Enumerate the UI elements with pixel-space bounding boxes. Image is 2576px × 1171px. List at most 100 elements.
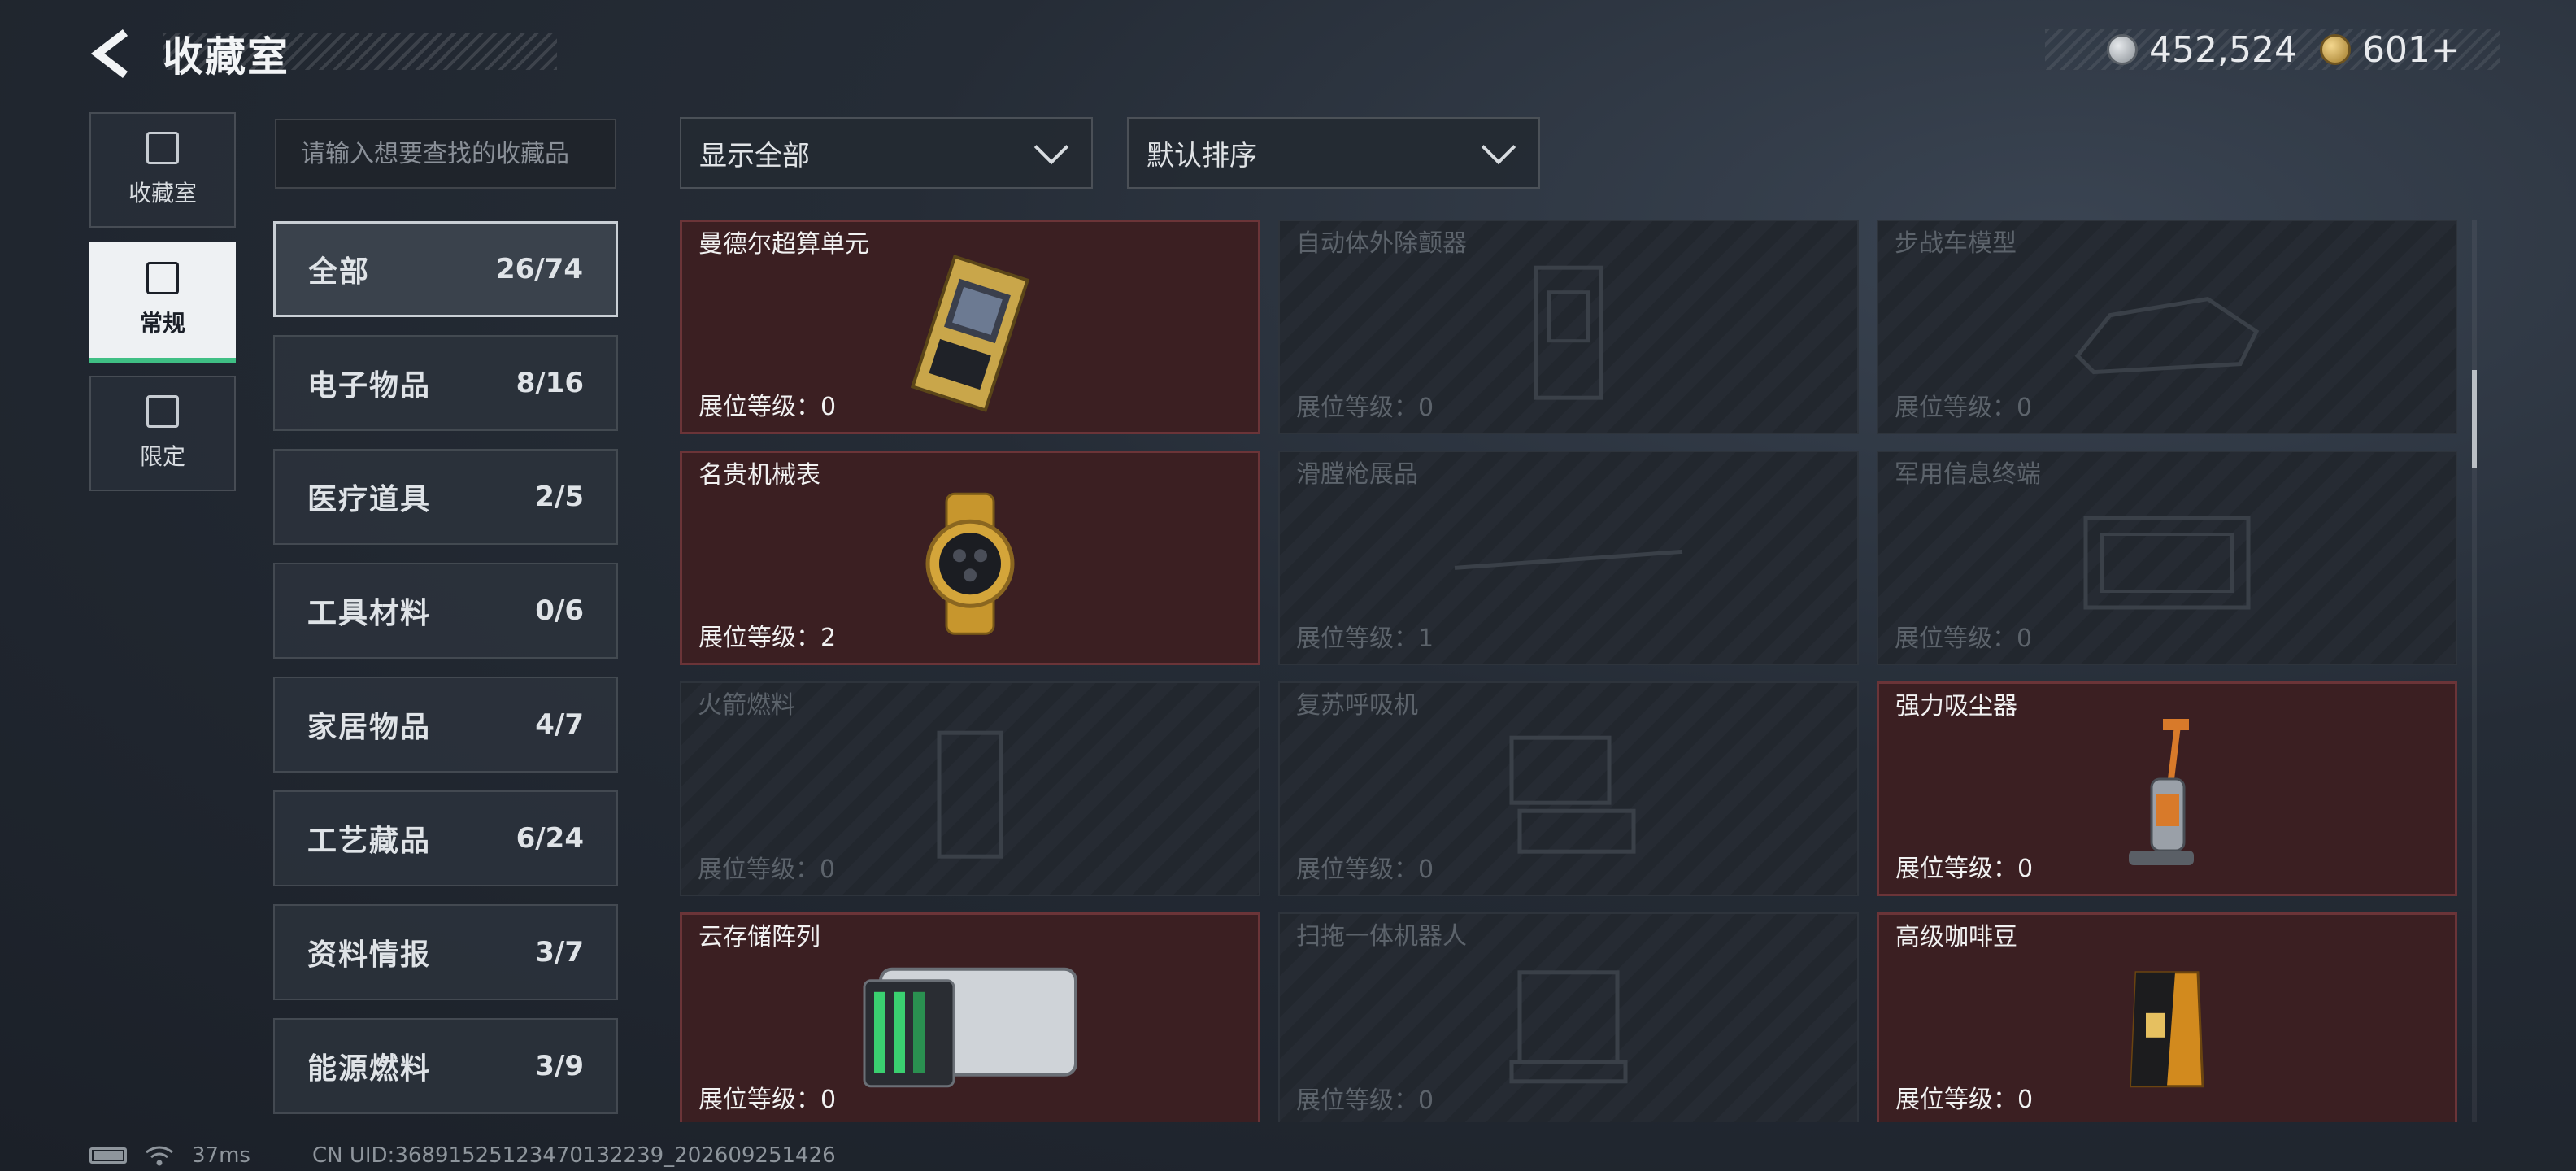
battery-icon <box>89 1147 127 1164</box>
back-arrow-icon[interactable] <box>89 28 135 80</box>
category-count: 0/6 <box>535 594 584 627</box>
scrollbar-thumb[interactable] <box>2472 370 2477 468</box>
item-card[interactable]: 步战车模型 展位等级：0 <box>1877 220 2457 434</box>
silver-amount: 452,524 <box>2149 28 2297 71</box>
search-input[interactable] <box>275 119 616 189</box>
item-name: 扫拖一体机器人 <box>1296 922 1467 951</box>
category-name: 医疗道具 <box>307 483 432 516</box>
collection-grid: 曼德尔超算单元 展位等级：0 自动体外除颤器 展位等级：0 步战车模型 展位等级… <box>680 220 2461 1122</box>
category-count: 3/9 <box>535 1050 584 1082</box>
item-name: 自动体外除颤器 <box>1296 229 1467 258</box>
item-card[interactable]: 复苏呼吸机 展位等级：0 <box>1278 681 1859 896</box>
category-count: 8/16 <box>516 367 584 399</box>
coffee-bag-icon <box>2130 971 2204 1088</box>
item-card[interactable]: 云存储阵列 展位等级：0 <box>680 912 1260 1122</box>
category-name: 全部 <box>308 255 371 289</box>
item-card[interactable]: 高级咖啡豆 展位等级：0 <box>1877 912 2457 1122</box>
item-name: 复苏呼吸机 <box>1296 691 1418 720</box>
item-level: 展位等级：1 <box>1296 625 1434 653</box>
vacuum-cleaner-icon <box>2129 719 2194 865</box>
category-name: 资料情报 <box>307 938 432 972</box>
item-card[interactable]: 滑膛枪展品 展位等级：1 <box>1278 451 1859 665</box>
item-level: 展位等级：0 <box>1895 625 2033 653</box>
category-count: 26/74 <box>495 253 583 285</box>
status-footer: 37ms CN UID:36891525123470132239_2026092… <box>89 1143 836 1168</box>
display-filter-dropdown[interactable]: 显示全部 <box>680 117 1093 189</box>
limited-icon <box>146 395 179 428</box>
scrollbar-track[interactable] <box>2472 220 2477 1122</box>
side-tab-collection-room[interactable]: 收藏室 <box>89 112 236 228</box>
category-name: 工艺藏品 <box>307 825 432 858</box>
item-level: 展位等级：0 <box>1296 1086 1434 1115</box>
category-name: 工具材料 <box>307 597 432 630</box>
item-name: 滑膛枪展品 <box>1296 460 1418 489</box>
item-name: 高级咖啡豆 <box>1895 923 2017 951</box>
category-intel[interactable]: 资料情报 3/7 <box>273 904 618 1000</box>
active-tab-indicator <box>89 358 236 363</box>
item-level: 展位等级：0 <box>1895 1086 2034 1114</box>
vehicle-model-icon <box>2074 296 2260 375</box>
currency-bar: 452,524 601+ <box>2045 28 2500 71</box>
category-household[interactable]: 家居物品 4/7 <box>273 677 618 773</box>
category-tools[interactable]: 工具材料 0/6 <box>273 563 618 659</box>
wristwatch-icon <box>925 492 1015 635</box>
mop-robot-icon <box>1509 970 1628 1084</box>
display-filter-value: 显示全部 <box>699 139 810 172</box>
gold-coin-icon <box>2319 34 2351 65</box>
sort-dropdown[interactable]: 默认排序 <box>1127 117 1540 189</box>
item-level: 展位等级：2 <box>698 624 837 652</box>
category-name: 能源燃料 <box>307 1052 432 1086</box>
item-card[interactable]: 火箭燃料 展位等级：0 <box>680 681 1260 896</box>
display-case-icon <box>146 132 179 164</box>
item-card[interactable]: 曼德尔超算单元 展位等级：0 <box>680 220 1260 434</box>
item-card[interactable]: 自动体外除颤器 展位等级：0 <box>1278 220 1859 434</box>
sort-value: 默认排序 <box>1147 139 1257 172</box>
defibrillator-icon <box>1534 265 1603 400</box>
item-level: 展位等级：0 <box>698 855 836 884</box>
musket-icon <box>1454 549 1683 570</box>
category-count: 2/5 <box>535 481 584 513</box>
side-tab-regular[interactable]: 常规 <box>89 242 236 363</box>
category-name: 家居物品 <box>307 711 432 744</box>
side-tab-label: 收藏室 <box>128 180 197 207</box>
item-card[interactable]: 军用信息终端 展位等级：0 <box>1877 451 2457 665</box>
gold-amount[interactable]: 601+ <box>2362 29 2461 71</box>
chevron-down-icon <box>1033 129 1069 165</box>
gallery-icon <box>146 262 179 294</box>
item-name: 军用信息终端 <box>1895 460 2041 489</box>
item-level: 展位等级：0 <box>698 393 837 421</box>
rocket-fuel-icon <box>937 730 1003 859</box>
item-card[interactable]: 名贵机械表 展位等级：2 <box>680 451 1260 665</box>
category-energy[interactable]: 能源燃料 3/9 <box>273 1018 618 1114</box>
item-name: 名贵机械表 <box>698 461 820 490</box>
category-electronics[interactable]: 电子物品 8/16 <box>273 335 618 431</box>
item-name: 强力吸尘器 <box>1895 692 2017 720</box>
ventilator-icon <box>1509 735 1636 854</box>
chevron-down-icon <box>1481 129 1516 165</box>
wifi-icon <box>146 1146 173 1166</box>
item-card[interactable]: 扫拖一体机器人 展位等级：0 <box>1278 912 1859 1122</box>
item-level: 展位等级：0 <box>1895 855 2034 883</box>
ping-value: 37ms <box>192 1143 250 1168</box>
military-terminal-icon <box>2083 516 2251 610</box>
category-all[interactable]: 全部 26/74 <box>273 221 618 317</box>
item-name: 云存储阵列 <box>698 923 820 951</box>
category-crafts[interactable]: 工艺藏品 6/24 <box>273 790 618 886</box>
item-name: 步战车模型 <box>1895 229 2017 258</box>
category-name: 电子物品 <box>307 369 432 403</box>
item-level: 展位等级：0 <box>1296 855 1434 884</box>
item-name: 曼德尔超算单元 <box>698 230 869 259</box>
item-name: 火箭燃料 <box>698 691 795 720</box>
storage-array-icon <box>863 967 1077 1088</box>
side-tab-limited[interactable]: 限定 <box>89 376 236 491</box>
side-tab-label: 限定 <box>139 443 185 470</box>
supercomputer-unit-icon <box>910 255 1030 412</box>
uid-text: CN UID:36891525123470132239_202609251426 <box>311 1143 836 1168</box>
item-level: 展位等级：0 <box>1296 394 1434 422</box>
item-level: 展位等级：0 <box>698 1086 837 1114</box>
item-level: 展位等级：0 <box>1895 394 2033 422</box>
category-medical[interactable]: 医疗道具 2/5 <box>273 449 618 545</box>
category-count: 4/7 <box>535 708 584 741</box>
page-title: 收藏室 <box>163 33 289 81</box>
item-card[interactable]: 强力吸尘器 展位等级：0 <box>1877 681 2457 896</box>
